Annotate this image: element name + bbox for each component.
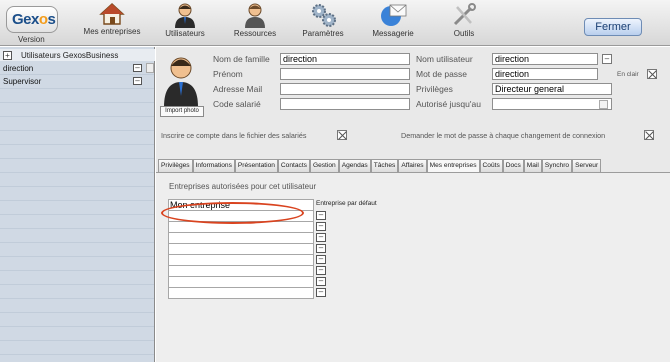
label-adresse-mail: Adresse Mail <box>213 84 263 94</box>
clear-username-button[interactable]: – <box>602 54 612 64</box>
tools-icon <box>453 3 476 26</box>
import-photo-button[interactable]: Import photo <box>160 106 204 117</box>
option-demander-label: Demander le mot de passe à chaque change… <box>401 131 606 140</box>
calendar-icon[interactable] <box>599 100 608 109</box>
toolbar-parametres[interactable]: Paramètres <box>296 2 350 38</box>
remove-company-button[interactable]: – <box>316 277 326 286</box>
remove-user-button[interactable]: – <box>133 64 142 72</box>
pane-title: Entreprises autorisées pour cet utilisat… <box>169 182 317 191</box>
avatar <box>164 57 198 107</box>
label-prenom: Prénom <box>213 69 243 79</box>
toolbar-label: Ressources <box>233 29 277 38</box>
users-sidebar: + Utilisateurs GexosBusiness direction –… <box>0 47 155 362</box>
house-icon <box>99 3 125 25</box>
label-mot-de-passe: Mot de passe <box>416 69 468 79</box>
tab-taches[interactable]: Tâches <box>370 159 399 172</box>
logo-part-3: s <box>47 11 56 28</box>
tab-couts[interactable]: Coûts <box>479 159 503 172</box>
tab-mes-entreprises[interactable]: Mes entreprises <box>426 159 480 172</box>
gears-icon <box>312 4 336 27</box>
tab-mail[interactable]: Mail <box>523 159 542 172</box>
tab-contacts[interactable]: Contacts <box>277 159 310 172</box>
remove-company-button[interactable]: – <box>316 244 326 253</box>
toolbar-mes-entreprises[interactable]: Mes entreprises <box>80 2 144 36</box>
remove-user-button[interactable]: – <box>133 77 142 85</box>
autorise-jusqu-field[interactable] <box>492 98 612 110</box>
sidebar-item-label: Supervisor <box>3 77 42 86</box>
label-code-salarie: Code salarié <box>213 99 261 109</box>
toolbar-utilisateurs[interactable]: Utilisateurs <box>158 2 212 38</box>
person-icon <box>245 3 265 28</box>
main-toolbar: Gexos Version Mes entreprises Utilisateu… <box>0 0 670 46</box>
version-label[interactable]: Version <box>18 35 45 44</box>
sidebar-scroll-thumb[interactable] <box>146 63 154 73</box>
mot-de-passe-field[interactable]: direction <box>492 68 598 80</box>
tab-informations[interactable]: Informations <box>192 159 235 172</box>
tab-docs[interactable]: Docs <box>502 159 524 172</box>
toolbar-label: Messagerie <box>372 29 414 38</box>
remove-company-button[interactable]: – <box>316 288 326 297</box>
remove-company-button[interactable]: – <box>316 266 326 275</box>
nom-famille-field[interactable]: direction <box>280 53 410 65</box>
toolbar-messagerie[interactable]: Messagerie <box>366 2 420 38</box>
toolbar-ressources[interactable]: Ressources <box>228 2 282 38</box>
logo-part-2: o <box>38 11 48 28</box>
sidebar-title: Utilisateurs GexosBusiness <box>21 51 119 60</box>
en-clair-checkbox[interactable] <box>647 69 657 79</box>
toolbar-label: Outils <box>453 29 475 38</box>
gexos-logo[interactable]: Gexos <box>6 6 58 33</box>
mail-icon <box>381 4 407 26</box>
sidebar-item-direction[interactable]: direction – <box>0 62 148 74</box>
remove-company-button[interactable]: – <box>316 233 326 242</box>
default-company-label: Entreprise par défaut <box>316 200 377 207</box>
demander-checkbox[interactable] <box>644 130 654 140</box>
tab-privileges[interactable]: Privilèges <box>158 159 193 172</box>
nom-utilisateur-field[interactable]: direction <box>492 53 598 65</box>
annotation-ellipse <box>161 202 304 224</box>
toolbar-outils[interactable]: Outils <box>437 2 491 38</box>
sidebar-header: + Utilisateurs GexosBusiness <box>0 49 155 61</box>
tab-gestion[interactable]: Gestion <box>309 159 339 172</box>
toolbar-label: Paramètres <box>302 29 344 38</box>
user-detail-panel: Import photo Nom de famille direction Pr… <box>156 47 670 362</box>
label-nom-famille: Nom de famille <box>213 54 270 64</box>
remove-company-button[interactable]: – <box>316 255 326 264</box>
logo-part-1: Gex <box>12 11 39 28</box>
toolbar-label: Utilisateurs <box>165 29 205 38</box>
tab-serveur[interactable]: Serveur <box>572 159 602 172</box>
logo-text: Gexos <box>12 11 56 28</box>
prenom-field[interactable] <box>280 68 410 80</box>
close-button[interactable]: Fermer <box>584 18 642 36</box>
sidebar-item-label: direction <box>3 64 34 73</box>
mes-entreprises-pane: Entreprises autorisées pour cet utilisat… <box>156 172 670 362</box>
adresse-mail-field[interactable] <box>280 83 410 95</box>
label-en-clair: En clair <box>617 71 639 78</box>
user-icon <box>175 3 195 28</box>
sidebar-item-supervisor[interactable]: Supervisor – <box>0 75 148 87</box>
tab-bar: Privilèges Informations Présentation Contac… <box>158 159 602 172</box>
tab-affaires[interactable]: Affaires <box>398 159 427 172</box>
option-inscrire-label: Inscrire ce compte dans le fichier des s… <box>161 131 307 140</box>
remove-company-button[interactable]: – <box>316 211 326 220</box>
tab-synchro[interactable]: Synchro <box>541 159 573 172</box>
label-privileges: Privilèges <box>416 84 453 94</box>
remove-company-button[interactable]: – <box>316 222 326 231</box>
expand-button[interactable]: + <box>3 51 12 60</box>
company-row[interactable] <box>168 287 314 299</box>
inscrire-checkbox[interactable] <box>337 130 347 140</box>
tab-agendas[interactable]: Agendas <box>338 159 371 172</box>
toolbar-label: Mes entreprises <box>83 27 141 36</box>
label-nom-utilisateur: Nom utilisateur <box>416 54 473 64</box>
label-autorise-jusqu: Autorisé jusqu'au <box>416 99 481 109</box>
privileges-field[interactable]: Directeur general <box>492 83 612 95</box>
code-salarie-field[interactable] <box>280 98 410 110</box>
tab-presentation[interactable]: Présentation <box>234 159 278 172</box>
